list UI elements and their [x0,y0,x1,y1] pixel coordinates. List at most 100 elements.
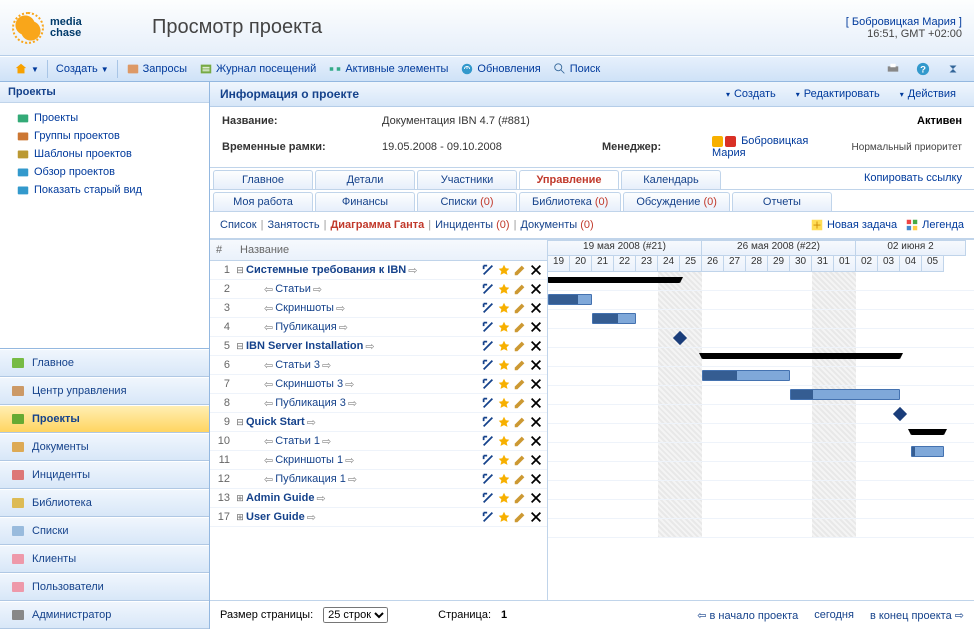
updates-button[interactable]: Обновления [454,60,546,78]
task-name-link[interactable]: Admin Guide [246,492,314,504]
left-arrow-icon[interactable]: ⇦ [264,378,273,391]
nav-item-Инциденты[interactable]: Инциденты [0,461,209,489]
tree-item[interactable]: Проекты [4,109,205,127]
tree-item[interactable]: Показать старый вид [4,181,205,199]
expand-icon[interactable] [481,320,495,334]
task-name-link[interactable]: Скриншоты 1 [275,454,343,466]
print-icon[interactable] [880,60,906,78]
expand-icon[interactable] [481,396,495,410]
delete-icon[interactable] [529,415,543,429]
subtab-Инциденты[interactable]: Инциденты (0) [435,219,510,231]
right-arrow-icon[interactable]: ⇨ [313,283,322,296]
task-name-link[interactable]: User Guide [246,511,305,523]
delete-icon[interactable] [529,358,543,372]
favorite-icon[interactable] [497,415,511,429]
milestone-icon[interactable] [673,331,687,345]
favorite-icon[interactable] [497,472,511,486]
tab-Отчеты[interactable]: Отчеты [732,192,832,211]
right-arrow-icon[interactable]: ⇨ [345,454,354,467]
gantt-bar[interactable] [548,277,680,283]
expand-icon[interactable] [481,453,495,467]
delete-icon[interactable] [529,434,543,448]
copy-link[interactable]: Копировать ссылку [854,168,972,189]
delete-icon[interactable] [529,453,543,467]
tab-Моя работа[interactable]: Моя работа [213,192,313,211]
expand-toggle[interactable]: ⊞ [234,512,246,523]
edit-icon[interactable] [513,320,527,334]
left-arrow-icon[interactable]: ⇦ [264,283,273,296]
expand-icon[interactable] [481,263,495,277]
tab-Библиотека[interactable]: Библиотека (0) [519,192,621,211]
expand-toggle[interactable]: ⊟ [234,341,246,352]
task-name-link[interactable]: Статьи [275,283,311,295]
journal-button[interactable]: Журнал посещений [193,60,322,78]
task-name-link[interactable]: Системные требования к IBN [246,264,406,276]
right-arrow-icon[interactable]: ⇨ [348,473,357,486]
task-name-link[interactable]: Quick Start [246,416,305,428]
subtab-Занятость[interactable]: Занятость [267,219,319,231]
nav-item-Пользователи[interactable]: Пользователи [0,573,209,601]
nav-item-Проекты[interactable]: Проекты [0,405,209,433]
edit-icon[interactable] [513,339,527,353]
delete-icon[interactable] [529,396,543,410]
right-arrow-icon[interactable]: ⇨ [322,359,331,372]
left-arrow-icon[interactable]: ⇦ [264,321,273,334]
create-button[interactable]: Создать▼ [50,61,115,77]
nav-item-Библиотека[interactable]: Библиотека [0,489,209,517]
panel-edit-button[interactable]: Редактировать [788,86,888,102]
right-arrow-icon[interactable]: ⇨ [408,264,417,277]
expand-icon[interactable] [481,434,495,448]
goto-end-link[interactable]: в конец проекта ⇨ [870,609,964,622]
task-name-link[interactable]: IBN Server Installation [246,340,363,352]
edit-icon[interactable] [513,510,527,524]
user-link[interactable]: [ Бобровицкая Мария ] [846,16,962,28]
task-name-link[interactable]: Скриншоты [275,302,334,314]
favorite-icon[interactable] [497,301,511,315]
gantt-bar[interactable] [702,353,900,359]
right-arrow-icon[interactable]: ⇨ [322,435,331,448]
favorite-icon[interactable] [497,434,511,448]
right-arrow-icon[interactable]: ⇨ [339,321,348,334]
edit-icon[interactable] [513,453,527,467]
left-arrow-icon[interactable]: ⇦ [264,473,273,486]
pagesize-select[interactable]: 25 строк [323,607,388,623]
delete-icon[interactable] [529,472,543,486]
tab-Участники[interactable]: Участники [417,170,517,189]
expand-toggle[interactable]: ⊟ [234,417,246,428]
task-name-link[interactable]: Статьи 1 [275,435,320,447]
favorite-icon[interactable] [497,339,511,353]
goto-start-link[interactable]: ⇦ в начало проекта [697,609,798,622]
right-arrow-icon[interactable]: ⇨ [307,511,316,524]
favorite-icon[interactable] [497,377,511,391]
tab-Главное[interactable]: Главное [213,170,313,189]
favorite-icon[interactable] [497,282,511,296]
expand-icon[interactable] [481,358,495,372]
new-task-button[interactable]: Новая задача [810,218,897,232]
edit-icon[interactable] [513,263,527,277]
nav-item-Клиенты[interactable]: Клиенты [0,545,209,573]
left-arrow-icon[interactable]: ⇦ [264,435,273,448]
edit-icon[interactable] [513,434,527,448]
tree-item[interactable]: Обзор проектов [4,163,205,181]
left-arrow-icon[interactable]: ⇦ [264,359,273,372]
gantt-bar[interactable] [790,389,900,400]
edit-icon[interactable] [513,358,527,372]
expand-icon[interactable] [481,491,495,505]
tree-item[interactable]: Шаблоны проектов [4,145,205,163]
task-name-link[interactable]: Статьи 3 [275,359,320,371]
tab-Списки[interactable]: Списки (0) [417,192,517,211]
expand-icon[interactable] [481,510,495,524]
task-name-link[interactable]: Публикация 1 [275,473,346,485]
right-arrow-icon[interactable]: ⇨ [345,378,354,391]
subtab-Документы[interactable]: Документы (0) [520,219,593,231]
delete-icon[interactable] [529,263,543,277]
nav-item-Главное[interactable]: Главное [0,349,209,377]
expand-icon[interactable] [481,282,495,296]
delete-icon[interactable] [529,491,543,505]
delete-icon[interactable] [529,339,543,353]
task-name-link[interactable]: Публикация 3 [275,397,346,409]
nav-item-Списки[interactable]: Списки [0,517,209,545]
favorite-icon[interactable] [497,358,511,372]
edit-icon[interactable] [513,415,527,429]
right-arrow-icon[interactable]: ⇨ [316,492,325,505]
